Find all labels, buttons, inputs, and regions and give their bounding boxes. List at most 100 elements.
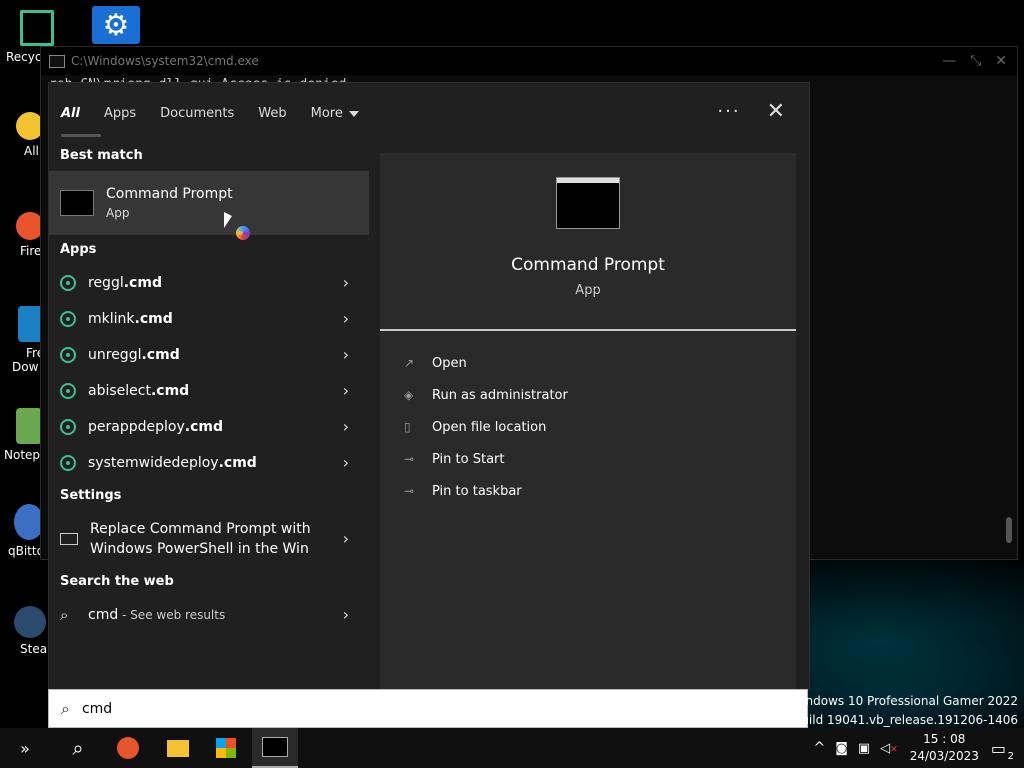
clock[interactable]: 15 : 08 24/03/2023 bbox=[910, 731, 979, 765]
cmd-app-icon bbox=[262, 737, 288, 757]
chevron-right-icon[interactable]: › bbox=[343, 597, 349, 633]
action-label: Open bbox=[432, 355, 467, 371]
search-icon: ⌕ bbox=[72, 736, 84, 760]
chevron-right-icon[interactable]: › bbox=[343, 373, 349, 409]
cmd-app-icon bbox=[60, 190, 94, 216]
preview-actions: ↗ Open ◈ Run as administrator ▯ Open file l… bbox=[404, 347, 568, 507]
chevron-right-icon[interactable]: › bbox=[343, 337, 349, 373]
app-name-base: perappdeploy bbox=[88, 419, 185, 435]
start-button[interactable]: » bbox=[0, 728, 50, 768]
best-match-name: Command Prompt bbox=[106, 186, 233, 202]
mouse-cursor-icon bbox=[224, 212, 232, 228]
chevron-right-icon[interactable]: › bbox=[343, 409, 349, 445]
action-label: Pin to taskbar bbox=[432, 483, 522, 499]
settings-result-powershell[interactable]: Replace Command Prompt with Windows Powe… bbox=[49, 511, 369, 567]
tab-documents[interactable]: Documents bbox=[148, 83, 246, 139]
tab-apps[interactable]: Apps bbox=[92, 83, 148, 139]
notepad-icon bbox=[16, 408, 42, 444]
script-gear-icon bbox=[60, 383, 76, 399]
notification-count: 2 bbox=[1007, 750, 1014, 762]
taskbar-store[interactable] bbox=[206, 728, 246, 768]
tab-more-label: More bbox=[310, 106, 343, 121]
search-icon: ⌕ bbox=[60, 606, 69, 624]
close-button[interactable]: ✕ bbox=[995, 53, 1007, 69]
app-result-reggl[interactable]: reggl.cmd › bbox=[49, 265, 369, 301]
notification-icon: ▭ bbox=[990, 738, 1006, 758]
tab-more[interactable]: More bbox=[299, 83, 371, 139]
settings-header: Settings bbox=[60, 488, 122, 503]
tab-all[interactable]: All bbox=[49, 83, 101, 139]
close-search-icon[interactable]: ✕ bbox=[767, 99, 785, 124]
app-result-systemwidedeploy[interactable]: systemwidedeploy.cmd › bbox=[49, 445, 369, 481]
meet-now-icon[interactable]: ◙ bbox=[835, 741, 848, 756]
taskbar-search-button[interactable]: ⌕ bbox=[56, 728, 100, 768]
minimize-button[interactable]: — bbox=[942, 53, 956, 69]
app-result-mklink[interactable]: mklink.cmd › bbox=[49, 301, 369, 337]
taskbar-firefox[interactable] bbox=[108, 728, 148, 768]
scrollbar-thumb[interactable] bbox=[1006, 517, 1012, 543]
chevron-up-icon[interactable]: ^ bbox=[814, 740, 826, 756]
settings-gear-icon[interactable]: ⚙ bbox=[92, 6, 140, 44]
script-gear-icon bbox=[60, 419, 76, 435]
script-gear-icon bbox=[60, 275, 76, 291]
taskbar-file-explorer[interactable] bbox=[158, 728, 198, 768]
action-label: Open file location bbox=[432, 419, 547, 435]
store-icon bbox=[216, 738, 236, 758]
search-box[interactable]: ⌕ bbox=[48, 689, 808, 728]
action-run-as-admin[interactable]: ◈ Run as administrator bbox=[404, 379, 568, 411]
search-input[interactable] bbox=[79, 699, 684, 718]
pin-icon: ⊸ bbox=[404, 452, 415, 466]
volume-muted-icon[interactable]: ◁✕ bbox=[880, 741, 898, 756]
network-icon[interactable]: ▣ bbox=[858, 741, 870, 756]
system-tray: ^ ◙ ▣ ◁✕ 15 : 08 24/03/2023 ▭ 2 bbox=[814, 728, 1024, 768]
maximize-button[interactable]: ⤡ bbox=[970, 53, 981, 69]
chevron-right-icon[interactable]: › bbox=[343, 511, 349, 567]
preview-divider bbox=[380, 329, 796, 331]
cmd-titlebar[interactable]: C:\Windows\system32\cmd.exe — ⤡ ✕ bbox=[41, 47, 1017, 75]
tab-web[interactable]: Web bbox=[246, 83, 298, 139]
search-tabs: All Apps Documents Web More ··· ✕ bbox=[49, 83, 809, 139]
shield-icon: ◈ bbox=[404, 388, 414, 402]
settings-line1: Replace Command Prompt with bbox=[90, 521, 311, 537]
action-open[interactable]: ↗ Open bbox=[404, 347, 568, 379]
taskbar: » ⌕ ^ ◙ ▣ ◁✕ 15 : 08 24/03/2023 ▭ 2 bbox=[0, 728, 1024, 768]
more-options-icon[interactable]: ··· bbox=[717, 101, 740, 122]
app-name-ext: .cmd bbox=[150, 383, 190, 399]
chevron-down-icon bbox=[348, 110, 359, 117]
web-query: cmd bbox=[88, 607, 119, 623]
start-icon: » bbox=[20, 738, 30, 758]
app-name-ext: .cmd bbox=[134, 311, 173, 327]
chevron-right-icon[interactable]: › bbox=[343, 301, 349, 337]
cmd-window-title: C:\Windows\system32\cmd.exe bbox=[71, 54, 259, 68]
chevron-right-icon[interactable]: › bbox=[343, 265, 349, 301]
settings-line2: Windows PowerShell in the Win bbox=[90, 541, 309, 557]
app-result-unreggl[interactable]: unreggl.cmd › bbox=[49, 337, 369, 373]
cmd-large-icon bbox=[556, 177, 620, 229]
chevron-right-icon[interactable]: › bbox=[343, 445, 349, 481]
action-open-file-location[interactable]: ▯ Open file location bbox=[404, 411, 568, 443]
folder-icon bbox=[167, 739, 189, 757]
app-name-ext: .cmd bbox=[218, 455, 257, 471]
app-result-abiselect[interactable]: abiselect.cmd › bbox=[49, 373, 369, 409]
action-label: Pin to Start bbox=[432, 451, 505, 467]
app-name-base: reggl bbox=[88, 275, 124, 291]
taskbar-cmd[interactable] bbox=[252, 728, 298, 768]
app-result-perappdeploy[interactable]: perappdeploy.cmd › bbox=[49, 409, 369, 445]
search-results: Best match Command Prompt App Apps reggl… bbox=[49, 141, 369, 689]
action-pin-to-taskbar[interactable]: ⊸ Pin to taskbar bbox=[404, 475, 568, 507]
open-icon: ↗ bbox=[404, 356, 415, 370]
app-name-base: mklink bbox=[88, 311, 135, 327]
cmd-scrollbar[interactable] bbox=[1001, 77, 1015, 557]
web-header: Search the web bbox=[60, 574, 174, 589]
web-result-cmd[interactable]: ⌕ cmd - See web results › bbox=[49, 597, 369, 633]
clock-time: 15 : 08 bbox=[923, 732, 966, 746]
script-gear-icon bbox=[60, 311, 76, 327]
preview-subtitle: App bbox=[575, 283, 601, 298]
notifications-button[interactable]: ▭ 2 bbox=[990, 738, 1014, 762]
app-name-base: unreggl bbox=[88, 347, 142, 363]
action-pin-to-start[interactable]: ⊸ Pin to Start bbox=[404, 443, 568, 475]
search-panel: All Apps Documents Web More ··· ✕ Best m… bbox=[48, 82, 810, 690]
best-match-command-prompt[interactable]: Command Prompt App bbox=[49, 171, 369, 235]
clock-date: 24/03/2023 bbox=[909, 749, 979, 763]
app-name-base: abiselect bbox=[88, 383, 151, 399]
